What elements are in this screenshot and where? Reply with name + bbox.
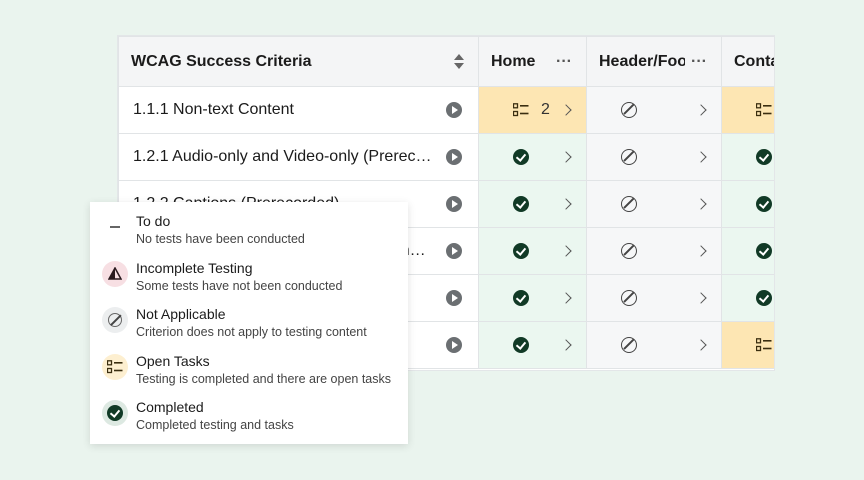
chevron-right-icon[interactable] <box>560 292 572 304</box>
table-row: 1.1.1 Non-text Content 2 <box>118 86 774 134</box>
table-row: 1.2.1 Audio-only and Video-only (Prereco… <box>118 133 774 181</box>
check-circle-icon <box>756 290 772 306</box>
legend-item-desc: Testing is completed and there are open … <box>136 371 392 386</box>
legend-item-title: Completed <box>136 399 204 415</box>
legend-item-title: Not Applicable <box>136 306 226 322</box>
chevron-right-icon[interactable] <box>695 292 707 304</box>
status-cell[interactable] <box>478 274 587 322</box>
play-icon[interactable] <box>446 337 462 353</box>
more-options-icon[interactable]: ··· <box>556 53 572 71</box>
dash-icon <box>102 214 128 240</box>
column-header-header-footer[interactable]: Header/Footer··· <box>586 36 722 87</box>
check-circle-icon <box>756 243 772 259</box>
criterion-cell[interactable]: 1.2.1 Audio-only and Video-only (Prereco… <box>118 133 479 181</box>
column-header-criteria[interactable]: WCAG Success Criteria <box>118 36 479 87</box>
chevron-right-icon[interactable] <box>695 151 707 163</box>
check-circle-icon <box>513 243 529 259</box>
status-cell[interactable] <box>721 133 774 181</box>
play-icon[interactable] <box>446 290 462 306</box>
status-cell[interactable] <box>586 180 722 228</box>
chevron-right-icon[interactable] <box>695 198 707 210</box>
check-circle-icon <box>513 149 529 165</box>
task-list-icon <box>756 338 772 352</box>
chevron-right-icon[interactable] <box>560 339 572 351</box>
check-circle-icon <box>756 196 772 212</box>
legend-item-title: Incomplete Testing <box>136 259 253 276</box>
chevron-right-icon[interactable] <box>560 151 572 163</box>
play-icon[interactable] <box>446 102 462 118</box>
legend-item: To do No tests have been conducted <box>102 212 398 259</box>
column-header-home[interactable]: Home ··· <box>478 36 587 87</box>
legend-item-title: Open Tasks <box>136 352 210 369</box>
legend-item-desc: Criterion does not apply to testing cont… <box>136 325 367 339</box>
open-task-count: 2 <box>541 101 550 118</box>
not-applicable-icon <box>621 337 637 353</box>
legend-item: Not Applicable Criterion does not apply t… <box>102 305 398 352</box>
warning-triangle-icon <box>102 260 128 287</box>
not-applicable-icon <box>621 196 637 212</box>
not-applicable-icon <box>621 290 637 306</box>
status-cell[interactable] <box>478 133 587 181</box>
status-cell[interactable] <box>721 274 774 322</box>
status-cell[interactable] <box>586 133 722 181</box>
check-circle-icon <box>513 290 529 306</box>
task-list-icon <box>513 103 529 117</box>
check-circle-icon <box>513 337 529 353</box>
chevron-right-icon[interactable] <box>560 245 572 257</box>
status-legend-popover: To do No tests have been conducted Incompl… <box>90 202 408 444</box>
legend-item: Open Tasks Testing is completed and there… <box>102 352 398 399</box>
column-header-contact[interactable]: Contact <box>721 36 774 87</box>
check-circle-icon <box>756 149 772 165</box>
not-applicable-icon <box>621 243 637 259</box>
status-cell[interactable] <box>721 227 774 275</box>
status-cell[interactable] <box>478 227 587 275</box>
status-cell[interactable]: 2 <box>478 86 587 134</box>
chevron-right-icon[interactable] <box>695 245 707 257</box>
check-circle-icon <box>107 405 123 421</box>
status-cell[interactable] <box>721 321 774 369</box>
table-header-row: WCAG Success Criteria Home ··· Header/Foo… <box>118 36 774 87</box>
not-applicable-icon <box>621 149 637 165</box>
chevron-right-icon[interactable] <box>695 104 707 116</box>
more-options-icon[interactable]: ··· <box>691 53 707 71</box>
check-circle-icon <box>513 196 529 212</box>
status-cell[interactable] <box>586 274 722 322</box>
legend-item: Completed Completed testing and tasks <box>102 398 398 445</box>
not-applicable-icon <box>621 102 637 118</box>
status-cell[interactable] <box>721 180 774 228</box>
status-cell[interactable] <box>721 86 774 134</box>
sort-icon[interactable] <box>454 54 464 69</box>
status-cell[interactable] <box>478 321 587 369</box>
legend-item-desc: No tests have been conducted <box>136 232 305 246</box>
legend-item-title: To do <box>136 213 171 229</box>
legend-item-desc: Completed testing and tasks <box>136 418 294 432</box>
legend-item: Incomplete Testing Some tests have not be… <box>102 259 398 306</box>
status-cell[interactable] <box>586 321 722 369</box>
legend-item-desc: Some tests have not been conducted <box>136 278 343 293</box>
task-list-icon <box>102 353 128 380</box>
play-icon[interactable] <box>446 149 462 165</box>
chevron-right-icon[interactable] <box>695 339 707 351</box>
chevron-right-icon[interactable] <box>560 198 572 210</box>
play-icon[interactable] <box>446 196 462 212</box>
play-icon[interactable] <box>446 243 462 259</box>
not-applicable-icon <box>108 313 122 327</box>
status-cell[interactable] <box>586 86 722 134</box>
status-cell[interactable] <box>586 227 722 275</box>
criterion-cell[interactable]: 1.1.1 Non-text Content <box>118 86 479 134</box>
task-list-icon <box>756 103 772 117</box>
status-cell[interactable] <box>478 180 587 228</box>
chevron-right-icon[interactable] <box>560 104 572 116</box>
